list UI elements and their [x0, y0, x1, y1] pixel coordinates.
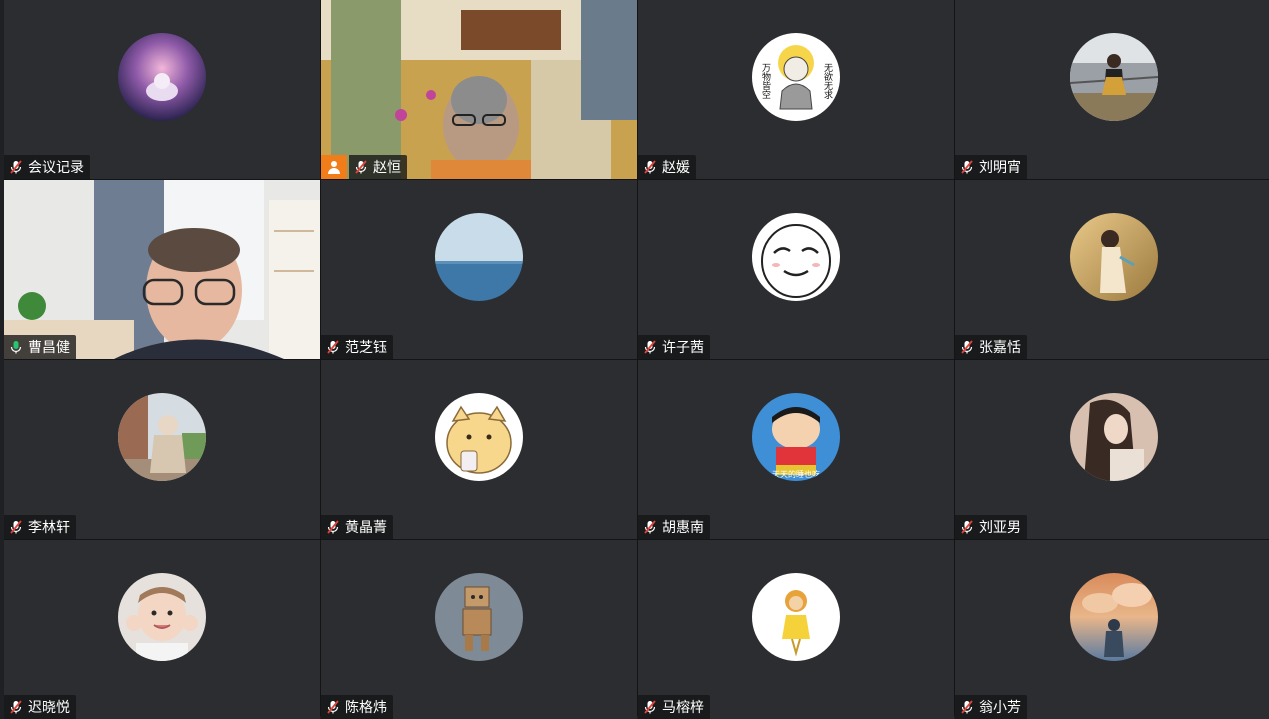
avatar: [1069, 573, 1158, 661]
mic-muted-icon[interactable]: [959, 699, 975, 715]
avatar: [435, 393, 523, 481]
name-label: 会议记录: [4, 155, 90, 179]
avatar: [1069, 393, 1158, 481]
avatar: 天天的睡也吃: [752, 393, 840, 481]
name-label: 范芝钰: [321, 335, 393, 359]
avatar: [752, 573, 840, 661]
participant-name: 马榕梓: [662, 700, 704, 716]
mic-muted-icon[interactable]: [642, 699, 658, 715]
name-label: 许子茜: [638, 335, 710, 359]
mic-muted-icon[interactable]: [642, 159, 658, 175]
participant-tile[interactable]: 刘明宵: [955, 0, 1269, 179]
name-label: 胡惠南: [638, 515, 710, 539]
participant-tile[interactable]: 范芝钰: [321, 180, 637, 359]
name-label: 张嘉恬: [955, 335, 1027, 359]
mic-muted-icon[interactable]: [959, 519, 975, 535]
participant-name: 赵媛: [662, 160, 690, 176]
name-label: 赵媛: [638, 155, 696, 179]
mic-muted-icon[interactable]: [959, 159, 975, 175]
participant-name: 翁小芳: [979, 700, 1021, 716]
name-label: 马榕梓: [638, 695, 710, 719]
host-badge: [321, 155, 347, 179]
participant-name: 李林轩: [28, 520, 70, 536]
name-label: 翁小芳: [955, 695, 1027, 719]
avatar: [435, 573, 523, 661]
avatar: [1069, 33, 1158, 121]
mic-muted-icon[interactable]: [642, 339, 658, 355]
video-feed: [321, 0, 637, 179]
participant-tile[interactable]: 会议记录: [4, 0, 320, 179]
mic-muted-icon[interactable]: [353, 159, 369, 175]
participant-name: 黄晶菁: [345, 520, 387, 536]
video-feed: [4, 180, 320, 359]
participant-name: 刘亚男: [979, 520, 1021, 536]
avatar: [118, 393, 206, 481]
name-label: 赵恒: [349, 155, 407, 179]
avatar: [435, 213, 523, 301]
avatar-text-left: 万物皆空: [760, 63, 771, 99]
avatar: 万物皆空 无欲无求: [752, 33, 840, 121]
mic-muted-icon[interactable]: [642, 519, 658, 535]
name-label: 刘明宵: [955, 155, 1027, 179]
avatar: [752, 213, 840, 301]
participant-tile[interactable]: 赵恒: [321, 0, 637, 179]
participant-name: 许子茜: [662, 340, 704, 356]
participant-name: 张嘉恬: [979, 340, 1021, 356]
participant-tile[interactable]: 迟晓悦: [4, 540, 320, 719]
mic-muted-icon[interactable]: [325, 519, 341, 535]
participant-tile[interactable]: 曹昌健: [4, 180, 320, 359]
name-label: 刘亚男: [955, 515, 1027, 539]
mic-active-icon[interactable]: [8, 339, 24, 355]
mic-muted-icon[interactable]: [325, 699, 341, 715]
mic-muted-icon[interactable]: [8, 699, 24, 715]
name-label: 陈格炜: [321, 695, 393, 719]
participant-name: 范芝钰: [345, 340, 387, 356]
avatar-caption: 天天的睡也吃: [772, 469, 820, 479]
name-label: 李林轩: [4, 515, 76, 539]
avatar: [118, 33, 206, 121]
participant-name: 赵恒: [373, 160, 401, 176]
participant-name: 刘明宵: [979, 160, 1021, 176]
participant-name: 会议记录: [28, 160, 84, 176]
video-grid: 会议记录 赵恒 万物皆空 无欲无求 赵媛 刘明宵 曹昌健 范芝钰 许子茜 张嘉恬…: [4, 0, 1269, 719]
participant-name: 迟晓悦: [28, 700, 70, 716]
name-label: 迟晓悦: [4, 695, 76, 719]
participant-tile[interactable]: 黄晶菁: [321, 360, 637, 539]
participant-tile[interactable]: 马榕梓: [638, 540, 954, 719]
participant-tile[interactable]: 天天的睡也吃 胡惠南: [638, 360, 954, 539]
participant-tile[interactable]: 许子茜: [638, 180, 954, 359]
mic-muted-icon[interactable]: [959, 339, 975, 355]
participant-tile[interactable]: 陈格炜: [321, 540, 637, 719]
participant-name: 曹昌健: [28, 340, 70, 356]
mic-muted-icon[interactable]: [8, 519, 24, 535]
mic-muted-icon[interactable]: [8, 159, 24, 175]
participant-tile[interactable]: 刘亚男: [955, 360, 1269, 539]
avatar: [118, 573, 206, 661]
participant-tile[interactable]: 万物皆空 无欲无求 赵媛: [638, 0, 954, 179]
participant-tile[interactable]: 李林轩: [4, 360, 320, 539]
participant-name: 胡惠南: [662, 520, 704, 536]
avatar: [1069, 213, 1158, 301]
participant-name: 陈格炜: [345, 700, 387, 716]
person-icon: [328, 161, 340, 174]
avatar-text-right: 无欲无求: [822, 63, 833, 99]
name-label: 黄晶菁: [321, 515, 393, 539]
mic-muted-icon[interactable]: [325, 339, 341, 355]
participant-tile[interactable]: 张嘉恬: [955, 180, 1269, 359]
participant-tile[interactable]: 翁小芳: [955, 540, 1269, 719]
name-label: 曹昌健: [4, 335, 76, 359]
